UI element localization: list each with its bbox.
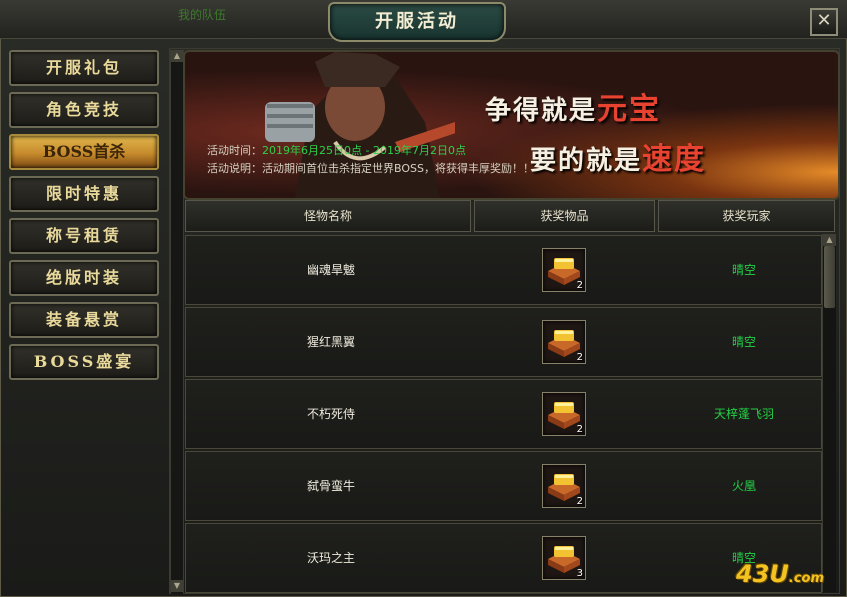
table-row: 幽魂旱魃 2 晴空 xyxy=(185,235,822,305)
header-reward-player: 获奖玩家 xyxy=(658,200,835,232)
reward-item-slot[interactable]: 3 xyxy=(542,536,586,580)
monster-name: 不朽死侍 xyxy=(306,407,355,421)
header-reward-item: 获奖物品 xyxy=(474,200,655,232)
event-banner: 争得就是元宝 要的就是速度 活动时间：2019年6月25日0点 - 2019年7… xyxy=(183,50,840,200)
table-row: 沃玛之主 3 晴空 xyxy=(185,523,822,593)
scroll-thumb[interactable] xyxy=(824,246,835,308)
event-time: 活动时间：2019年6月25日0点 - 2019年7月2日0点 xyxy=(207,144,466,157)
item-count: 2 xyxy=(576,424,583,435)
item-count: 2 xyxy=(576,352,583,363)
title-bar: 我的队伍 开服活动 ✕ xyxy=(0,0,847,42)
table-row: 不朽死侍 2 天梓蓬飞羽 xyxy=(185,379,822,449)
player-name: 火凰 xyxy=(731,479,756,493)
scroll-up-arrow-icon[interactable]: ▲ xyxy=(171,50,183,62)
sidebar-item-opening-gift[interactable]: 开服礼包 xyxy=(9,50,159,86)
sidebar-item-limited-sale[interactable]: 限时特惠 xyxy=(9,176,159,212)
scroll-up-arrow-icon[interactable]: ▲ xyxy=(823,234,836,246)
reward-item-slot[interactable]: 2 xyxy=(542,248,586,292)
sidebar: 开服礼包 角色竞技 BOSS首杀 限时特惠 称号租赁 绝版时装 装备悬赏 BOS… xyxy=(0,44,166,597)
banner-slogan-2: 要的就是速度 xyxy=(530,142,707,177)
monster-name: 幽魂旱魃 xyxy=(306,263,355,277)
close-icon: ✕ xyxy=(816,10,832,31)
table-scrollbar[interactable]: ▲ xyxy=(822,234,836,592)
site-watermark-logo: 43U.com xyxy=(736,560,825,588)
banner-slogan-1: 争得就是元宝 xyxy=(485,92,662,127)
event-description: 活动说明：活动期间首位击杀指定世界BOSS，将获得丰厚奖励！！ xyxy=(207,162,534,175)
close-button[interactable]: ✕ xyxy=(810,8,838,36)
sidebar-item-equip-bounty[interactable]: 装备悬赏 xyxy=(9,302,159,338)
player-name: 晴空 xyxy=(731,263,756,277)
header-monster-name: 怪物名称 xyxy=(185,200,471,232)
monster-name: 沃玛之主 xyxy=(306,551,355,565)
monster-name: 弑骨蛮牛 xyxy=(306,479,355,493)
table-row: 猩红黑翼 2 晴空 xyxy=(185,307,822,377)
my-team-label[interactable]: 我的队伍 xyxy=(178,6,226,23)
monster-name: 猩红黑翼 xyxy=(306,335,355,349)
item-count: 2 xyxy=(576,496,583,507)
scroll-down-arrow-icon[interactable]: ▼ xyxy=(171,580,183,592)
player-name: 天梓蓬飞羽 xyxy=(713,407,774,421)
window-title: 开服活动 xyxy=(328,2,506,42)
reward-item-slot[interactable]: 2 xyxy=(542,464,586,508)
outer-scrollbar[interactable]: ▲ ▼ xyxy=(170,50,184,594)
sidebar-item-boss-first-kill[interactable]: BOSS首杀 xyxy=(9,134,159,170)
reward-item-slot[interactable]: 2 xyxy=(542,320,586,364)
table-row: 弑骨蛮牛 2 火凰 xyxy=(185,451,822,521)
warrior-illustration xyxy=(265,52,455,198)
sidebar-item-boss-feast[interactable]: BOSS盛宴 xyxy=(9,344,159,380)
reward-item-slot[interactable]: 2 xyxy=(542,392,586,436)
sidebar-item-role-arena[interactable]: 角色竞技 xyxy=(9,92,159,128)
item-count: 2 xyxy=(576,280,583,291)
sidebar-item-rare-fashion[interactable]: 绝版时装 xyxy=(9,260,159,296)
item-count: 3 xyxy=(576,568,583,579)
sidebar-item-title-rental[interactable]: 称号租赁 xyxy=(9,218,159,254)
player-name: 晴空 xyxy=(731,335,756,349)
